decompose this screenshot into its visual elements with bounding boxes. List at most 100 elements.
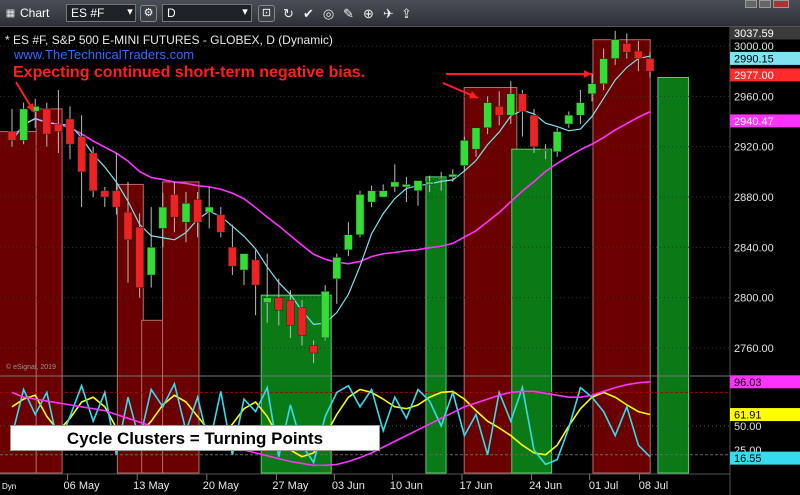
x-tick-label: 13 May <box>133 480 170 492</box>
candle-body <box>181 203 191 223</box>
y-tick-label: 3000.00 <box>734 41 774 53</box>
candle-body <box>622 43 632 53</box>
interval-value: D <box>167 6 176 20</box>
candle-body <box>634 50 643 59</box>
candle-body <box>576 102 585 116</box>
candle-body <box>228 247 237 267</box>
candle-body <box>552 131 562 152</box>
candle-body <box>123 211 133 241</box>
refresh-icon[interactable]: ↻ <box>280 5 297 22</box>
lock-icon[interactable]: ⊡ <box>258 5 275 22</box>
caption-text: Cycle Clusters = Turning Points <box>66 429 324 448</box>
price-flag-label: 2977.00 <box>734 70 774 82</box>
candle-body <box>483 102 492 129</box>
candle-body <box>564 114 574 125</box>
y-tick-label: 2800.00 <box>734 293 774 305</box>
price-flag-label: 3037.59 <box>734 28 774 40</box>
candle-body <box>251 259 260 286</box>
candle-body <box>320 291 330 339</box>
candle-body <box>216 214 226 233</box>
share-icon[interactable]: ⇪ <box>398 5 415 22</box>
y-tick-label: 2920.00 <box>734 142 774 154</box>
osc-tick-label: 50.00 <box>734 421 762 433</box>
website-label: www.TheTechnicalTraders.com <box>14 47 195 62</box>
osc-flag-label: 16.55 <box>734 453 762 465</box>
x-tick-label: 20 May <box>203 480 240 492</box>
x-tick-label: 24 Jun <box>529 480 562 492</box>
dyn-tag: Dyn <box>2 482 17 491</box>
candle-body <box>262 297 272 303</box>
interval-dropdown-icon[interactable]: ▾ <box>238 5 252 22</box>
candle-body <box>42 108 52 135</box>
moving-averages <box>11 55 651 325</box>
caption-box: Cycle Clusters = Turning Points <box>10 425 380 451</box>
candle-body <box>170 194 179 218</box>
x-tick-label: 10 Jun <box>390 480 423 492</box>
candle-body <box>587 83 597 95</box>
candle-body <box>7 131 17 141</box>
candle-body <box>413 180 423 191</box>
candle-body <box>158 206 168 229</box>
cycle-zone <box>657 76 689 474</box>
candle-body <box>610 39 620 59</box>
candle-body <box>436 177 446 180</box>
x-tick-label: 06 May <box>64 480 101 492</box>
add-icon[interactable]: ⊕ <box>360 5 377 22</box>
candle-body <box>19 108 28 141</box>
candle-body <box>332 257 342 280</box>
y-tick-label: 2960.00 <box>734 91 774 103</box>
candle-body <box>599 58 608 84</box>
x-tick-label: 01 Jul <box>589 480 618 492</box>
candle-body <box>54 123 63 132</box>
candle-body <box>402 184 411 188</box>
candle-body <box>390 181 400 188</box>
fast-moving-average <box>11 55 651 325</box>
arrow-right-head <box>583 70 592 78</box>
candle-body <box>274 297 284 311</box>
esignal-watermark: © eSignal, 2019 <box>6 364 56 371</box>
check-icon[interactable]: ✔ <box>300 5 317 22</box>
candle-body <box>204 206 214 213</box>
candle-body <box>529 114 539 147</box>
candle-body <box>239 253 249 271</box>
candle-body <box>425 181 434 185</box>
symbol-dropdown-icon[interactable]: ▾ <box>124 5 136 22</box>
candle-body <box>378 190 388 198</box>
candle-body <box>193 199 202 223</box>
candle-body <box>541 148 550 151</box>
cycle-zone <box>425 176 447 474</box>
candle-body <box>494 106 504 116</box>
osc-flag-label: 61.91 <box>734 410 762 422</box>
price-flag-label: 2940.47 <box>734 116 774 128</box>
y-tick-label: 2880.00 <box>734 192 774 204</box>
candle-body <box>297 307 307 336</box>
x-tick-label: 03 Jun <box>332 480 365 492</box>
twitter-icon[interactable]: ✈ <box>380 5 397 22</box>
settings-gear-icon[interactable]: ⚙ <box>140 5 157 22</box>
close-button[interactable] <box>773 0 789 8</box>
candle-body <box>471 127 481 150</box>
osc-flag-label: 96.03 <box>734 377 762 389</box>
candle-body <box>100 190 110 198</box>
target-icon[interactable]: ◎ <box>320 5 337 22</box>
candle-body <box>286 299 295 326</box>
cycle-zone <box>511 148 553 474</box>
candle-body <box>460 140 469 166</box>
x-tick-label: 17 Jun <box>459 480 492 492</box>
minimize-button[interactable] <box>745 0 757 8</box>
draw-tool-icon[interactable]: ✎ <box>340 5 357 22</box>
symbol-value: ES #F <box>71 6 105 20</box>
candle-body <box>88 152 98 191</box>
window-title: Chart <box>20 6 50 20</box>
maximize-button[interactable] <box>759 0 771 8</box>
candle-body <box>645 58 655 72</box>
chart-window-icon: ▦ <box>5 8 16 19</box>
bias-annotation: Expecting continued short-term negative … <box>13 64 366 81</box>
candle-body <box>146 247 156 276</box>
y-tick-label: 2840.00 <box>734 242 774 254</box>
candle-body <box>506 93 516 116</box>
candle-body <box>344 234 353 251</box>
chart-toolbar: ▦ Chart ES #F ▾ ⚙ D ▾ ⊡ ↻ ✔ ◎ ✎ ⊕ ✈ ⇪ <box>0 0 800 27</box>
candle-body <box>367 190 376 203</box>
instrument-title: * ES #F, S&P 500 E-MINI FUTURES - GLOBEX… <box>5 33 333 47</box>
